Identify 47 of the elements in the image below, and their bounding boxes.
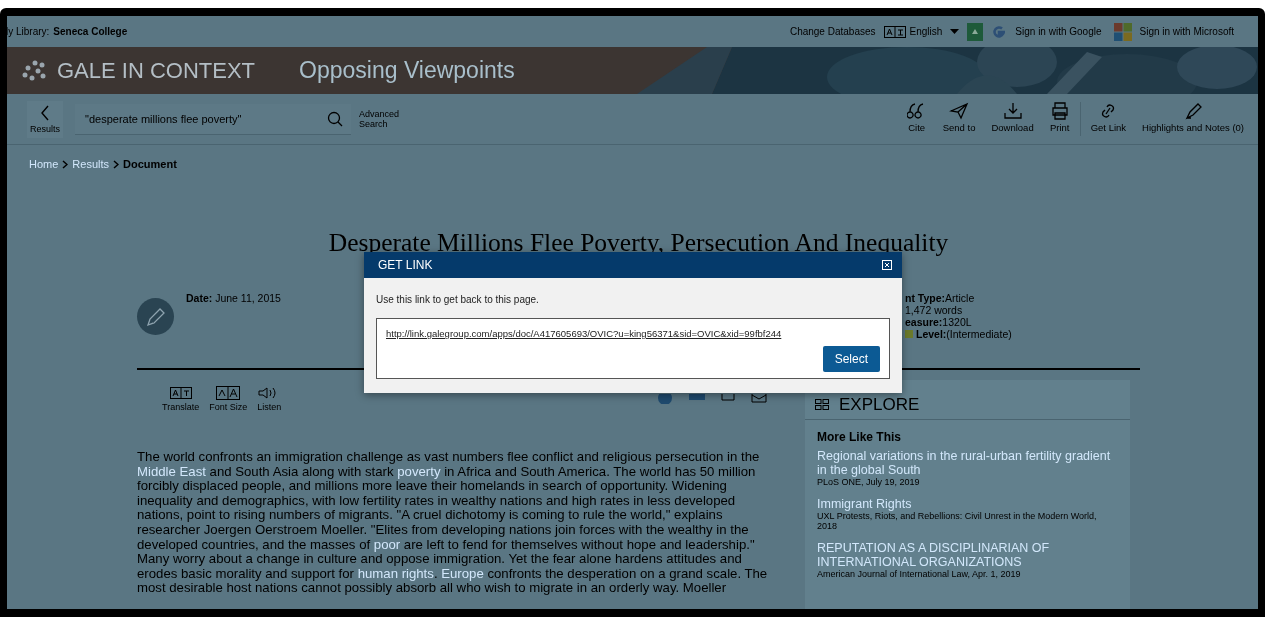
url-link[interactable]: http://link.galegroup.com/apps/doc/A417605693/OVIC?u=king56371&sid=OVIC&xid=99fbf244 [386,328,782,339]
source-text: American Journal of International Law, Apr. 1, 2019 [817,569,1022,579]
explore-heading: EXPLORE [839,394,920,415]
print-button[interactable]: Print [1043,102,1076,133]
meta-text: Level:(Intermediate) [916,328,1012,340]
cite-button[interactable]: Cite [900,102,933,133]
dialog-title: GET LINK [378,258,433,272]
language-dropdown[interactable]: English [909,26,943,37]
breadcrumb-link[interactable]: Home [29,158,59,170]
breadcrumb-link[interactable]: Results [72,158,110,170]
meta-text: nt Type:Article [905,292,975,304]
sign-in-link[interactable]: Sign in with Google [1015,26,1102,37]
change-databases-link[interactable]: Change Databases [789,26,876,37]
current-page-label: Document [123,158,177,170]
listen-button[interactable]: Listen [254,386,285,412]
download-button[interactable]: Download [985,102,1040,133]
meta-text: 1,472 words [905,304,963,316]
library-label: ly Library: [7,26,50,37]
article-paragraph: The world confronts an immigration challenge as vast numbers flee conflict and religious persecution in the Middle East and South Asia along with stark poverty in Africa and South America. The world has 50 million forcibly displaced people, and millions more leave their homelands in search of opportunity. Widening inequality and demographics, with low fertility rates in wealthy nations and high rates in less developed nations, point to rising numbers of migrants. "A cruel dichotomy is coming to rule the world," explains researcher Joergen Oerstroem Moeller. "Elites from developing nations join forces with the wealthy in the developed countries, and the masses of poor are left to fend for themselves without hope and leadership." Many worry about a change in culture and oppose immigration. Yet the fear alone hardens attitudes and erodes basic morality and support for human rights. Europe confronts the desperation on a grand scale. The most desirable host nations cannot possibly absorb all who wish to migrate in an orderly way. Moeller [137,450,769,596]
inline-link[interactable]: Europe [441,565,484,581]
related-article-link[interactable]: Regional variations in the rural-urban fertility gradient in the global South [817,449,1118,477]
select-button[interactable]: Select [822,346,880,372]
link-field[interactable]: http://link.galegroup.com/apps/doc/A417605693/OVIC?u=king56371&sid=OVIC&xid=99fbf244 Select [376,318,890,379]
date-text: Date: June 11, 2015 [186,292,281,304]
highlight-button[interactable]: Highlights and Notes (0) [1136,102,1250,133]
document-title: Desperate Millions Flee Poverty, Persecution And Inequality [327,228,950,258]
meta-text: easure:1320L [905,316,972,328]
inline-link[interactable]: human rights [357,565,434,581]
inline-link[interactable]: poverty [397,463,441,479]
fontsize-button[interactable]: Font Size [206,386,251,412]
sign-in-link[interactable]: Sign in with Microsoft [1139,26,1234,37]
related-article-link[interactable]: Immigrant Rights [817,497,1118,511]
instruction-text: Use this link to get back to this page. [376,294,540,305]
link-button[interactable]: Get Link [1084,102,1133,133]
advanced-search-link[interactable]: Advanced Search [359,109,411,129]
translate-button[interactable]: Translate [159,386,203,412]
product-name: Opposing Viewpoints [299,57,515,84]
related-article-link[interactable]: REPUTATION AS A DISCIPLINARIAN OF INTERNATIONAL ORGANIZATIONS [817,541,1118,569]
inline-link[interactable]: poor [373,536,401,552]
back-button[interactable]: Results [27,100,63,138]
brand-name: GALE IN CONTEXT [57,57,256,84]
library-name: Seneca College [53,26,128,37]
inline-link[interactable]: Middle East [137,463,206,479]
source-text: UXL Protests, Riots, and Rebellions: Civil Unrest in the Modern World, 2018 [817,511,1098,531]
source-text: PLoS ONE, July 19, 2019 [817,477,921,487]
section-heading: More Like This [817,430,903,444]
send-button[interactable]: Send to [936,102,982,133]
